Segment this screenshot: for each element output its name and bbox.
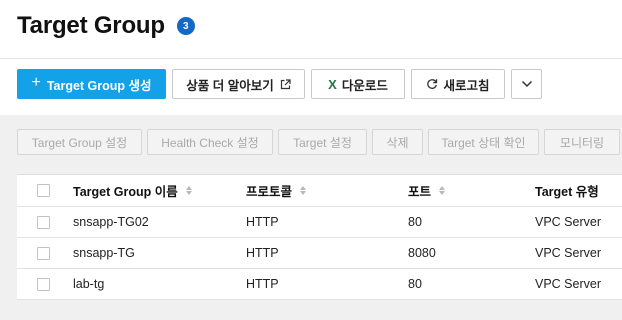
health-check-settings-button[interactable]: Health Check 설정 [147,129,273,155]
page-title: Target Group [17,12,165,39]
target-settings-button[interactable]: Target 설정 [278,129,367,155]
target-group-settings-button[interactable]: Target Group 설정 [17,129,142,155]
cell-target-type: VPC Server [535,277,601,291]
external-link-icon [280,78,291,90]
create-button-label: Target Group 생성 [46,78,152,93]
plus-icon: + [31,74,41,91]
cell-name: lab-tg [73,277,105,291]
cell-name: snsapp-TG [73,246,135,260]
header-divider [0,58,622,59]
page-header: Target Group 3 [17,12,195,40]
sort-icon [439,186,446,195]
cell-name: snsapp-TG02 [73,215,149,229]
column-header-port[interactable]: 포트 [408,175,535,206]
chevron-down-icon [521,77,533,91]
excel-icon: X [328,76,337,92]
table-row[interactable]: lab-tg HTTP 80 VPC Server [17,269,622,300]
delete-button[interactable]: 삭제 [372,129,423,155]
column-header-target-type[interactable]: Target 유형 [535,175,622,206]
download-label: 다운로드 [341,78,388,93]
refresh-button[interactable]: 새로고침 [411,69,505,99]
column-header-protocol[interactable]: 프로토콜 [246,175,408,206]
row-checkbox[interactable] [37,246,50,260]
cell-port: 80 [408,215,422,229]
select-all-checkbox[interactable] [37,184,50,197]
action-bar: Target Group 설정 Health Check 설정 Target 설… [17,129,620,155]
refresh-icon [426,78,438,90]
cell-port: 8080 [408,246,436,260]
column-header-name[interactable]: Target Group 이름 [73,175,246,206]
learn-more-label: 상품 더 알아보기 [186,78,274,93]
cell-target-type: VPC Server [535,215,601,229]
learn-more-button[interactable]: 상품 더 알아보기 [172,69,305,99]
row-checkbox[interactable] [37,215,50,229]
content-panel: Target Group 설정 Health Check 설정 Target 설… [0,115,622,320]
row-checkbox[interactable] [37,277,50,291]
target-group-table: Target Group 이름 프로토콜 포트 Target 유형 snsapp… [17,174,622,300]
cell-protocol: HTTP [246,277,279,291]
create-target-group-button[interactable]: + Target Group 생성 [17,69,166,99]
monitoring-button[interactable]: 모니터링 [544,129,620,155]
cell-port: 80 [408,277,422,291]
cell-protocol: HTTP [246,246,279,260]
count-badge: 3 [176,17,195,35]
target-status-check-button[interactable]: Target 상태 확인 [428,129,539,155]
refresh-label: 새로고침 [443,78,490,93]
toolbar: + Target Group 생성 상품 더 알아보기 X 다운로드 새로고침 [17,69,542,99]
table-row[interactable]: snsapp-TG HTTP 8080 VPC Server [17,238,622,269]
sort-icon [185,186,192,195]
sort-icon [300,186,307,195]
table-row[interactable]: snsapp-TG02 HTTP 80 VPC Server [17,207,622,238]
more-options-button[interactable] [511,69,542,99]
cell-target-type: VPC Server [535,246,601,260]
download-button[interactable]: X 다운로드 [311,69,405,99]
table-header-row: Target Group 이름 프로토콜 포트 Target 유형 [17,175,622,207]
cell-protocol: HTTP [246,215,279,229]
